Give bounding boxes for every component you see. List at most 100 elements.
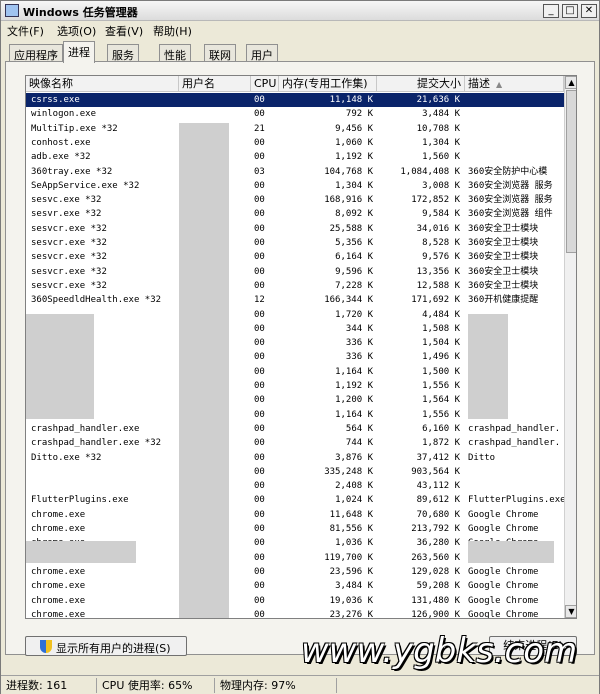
- table-row[interactable]: FlutterPlugins.exeu001,024 K89,612 KFlut…: [26, 493, 564, 507]
- cell-image-name: sesvr.exe *32: [31, 209, 102, 220]
- menu-help[interactable]: 帮助(H): [153, 23, 192, 39]
- table-row[interactable]: chrome.exeu0011,648 K70,680 KGoogle Chro…: [26, 508, 564, 522]
- cell-commit-size: 1,504 K: [422, 338, 460, 349]
- tab-performance[interactable]: 性能: [159, 44, 191, 62]
- cell-cpu: 00: [254, 280, 265, 291]
- table-row[interactable]: chrome.exeu003,484 K59,208 KGoogle Chrom…: [26, 579, 564, 593]
- cell-memory: 23,596 K: [329, 566, 373, 577]
- cell-description: Google Chrome: [468, 524, 539, 534]
- tab-processes[interactable]: 进程: [63, 41, 95, 63]
- minimize-button[interactable]: _: [543, 4, 559, 18]
- monitor-icon: [5, 4, 19, 17]
- redaction-block: [468, 541, 554, 563]
- cell-commit-size: 1,508 K: [422, 323, 460, 334]
- menu-file[interactable]: 文件(F): [7, 23, 44, 39]
- cell-cpu: 00: [254, 595, 265, 606]
- uac-shield-icon: [40, 640, 52, 653]
- cell-description: Google Chrome: [468, 581, 539, 592]
- cell-image-name: FlutterPlugins.exe: [31, 495, 129, 506]
- tab-networking[interactable]: 联网: [204, 44, 236, 62]
- menu-options[interactable]: 选项(O): [57, 23, 96, 39]
- cell-image-name: sesvcr.exe *32: [31, 223, 107, 234]
- scroll-up-icon[interactable]: ▲: [565, 76, 576, 89]
- cell-commit-size: 1,556 K: [422, 409, 460, 420]
- redaction-block: [179, 123, 229, 618]
- table-row[interactable]: 360SpeedldHealth.exe *32u12166,344 K171,…: [26, 293, 564, 307]
- list-header: 映像名称 用户名 CPU 内存(专用工作集) 提交大小 描述 ▲: [26, 76, 564, 92]
- cell-description: Google Chrome: [468, 609, 539, 619]
- cell-commit-size: 171,692 K: [411, 295, 460, 306]
- table-row[interactable]: sesvcr.exe *32u006,164 K9,576 K360安全卫士模块: [26, 250, 564, 264]
- table-row[interactable]: adb.exe *32u001,192 K1,560 K: [26, 150, 564, 164]
- cell-cpu: 00: [254, 609, 265, 619]
- cell-memory: 564 K: [345, 423, 373, 434]
- table-row[interactable]: SeAppService.exe *32u001,304 K3,008 K360…: [26, 179, 564, 193]
- cell-description: FlutterPlugins.exe: [468, 495, 564, 506]
- process-list[interactable]: 映像名称 用户名 CPU 内存(专用工作集) 提交大小 描述 ▲ csrss.ex…: [25, 75, 577, 619]
- cell-memory: 5,356 K: [335, 238, 373, 248]
- column-cpu[interactable]: CPU: [251, 76, 279, 92]
- table-row[interactable]: u00335,248 K903,564 K: [26, 465, 564, 479]
- cell-memory: 1,060 K: [335, 137, 373, 148]
- table-row[interactable]: MultiTip.exe *32u219,456 K10,708 K: [26, 122, 564, 136]
- maximize-button[interactable]: □: [562, 4, 578, 18]
- column-commit-size[interactable]: 提交大小: [377, 76, 465, 92]
- cell-commit-size: 34,016 K: [416, 223, 460, 234]
- table-row[interactable]: crashpad_handler.exe *32u00744 K1,872 Kc…: [26, 436, 564, 450]
- table-row[interactable]: conhost.exeu001,060 K1,304 K: [26, 136, 564, 150]
- table-row[interactable]: 360tray.exe *32u03104,768 K1,084,408 K36…: [26, 165, 564, 179]
- column-memory[interactable]: 内存(专用工作集): [279, 76, 377, 92]
- cell-image-name: adb.exe *32: [31, 152, 91, 163]
- table-row[interactable]: winlogon.exe 00 792 K 3,484 K: [26, 107, 564, 121]
- watermark: www.ygbks.com: [301, 631, 578, 671]
- table-row[interactable]: u002,408 K43,112 K: [26, 479, 564, 493]
- cell-cpu: 00: [254, 195, 265, 206]
- table-row[interactable]: sesvcr.exe *32u005,356 K8,528 K360安全卫士模块: [26, 236, 564, 250]
- column-image-name[interactable]: 映像名称: [26, 76, 179, 92]
- table-row[interactable]: chrome.exeu0081,556 K213,792 KGoogle Chr…: [26, 522, 564, 536]
- table-row[interactable]: csrss.exe 00 11,148 K 21,636 K: [26, 93, 564, 108]
- cell-memory: 19,036 K: [329, 595, 373, 606]
- cell-commit-size: 6,160 K: [422, 423, 460, 434]
- cell-memory: 119,700 K: [324, 552, 373, 563]
- table-row[interactable]: sesvr.exe *32u008,092 K9,584 K360安全浏览器 组…: [26, 207, 564, 221]
- tab-applications[interactable]: 应用程序: [9, 44, 63, 62]
- cell-cpu: 00: [254, 509, 265, 520]
- tab-bar: 应用程序 进程 服务 性能 联网 用户: [1, 41, 599, 63]
- menu-view[interactable]: 查看(V): [105, 23, 143, 39]
- table-row[interactable]: chrome.exeu0023,596 K129,028 KGoogle Chr…: [26, 565, 564, 579]
- cell-memory: 9,456 K: [335, 123, 373, 134]
- table-row[interactable]: chrome.exeu0023,276 K126,900 KGoogle Chr…: [26, 608, 564, 619]
- vertical-scrollbar[interactable]: ▲ ▼: [564, 76, 576, 618]
- table-row[interactable]: sesvcr.exe *32u009,596 K13,356 K360安全卫士模…: [26, 265, 564, 279]
- cell-image-name: chrome.exe: [31, 566, 86, 577]
- tab-users[interactable]: 用户: [246, 44, 278, 62]
- table-row[interactable]: Ditto.exe *32u003,876 K37,412 KDitto: [26, 451, 564, 465]
- show-all-users-button[interactable]: 显示所有用户的进程(S): [25, 636, 187, 656]
- close-button[interactable]: ✕: [581, 4, 597, 18]
- cell-commit-size: 903,564 K: [411, 466, 460, 477]
- scroll-down-icon[interactable]: ▼: [565, 605, 576, 618]
- cell-memory: 792 K: [345, 109, 373, 120]
- tab-services[interactable]: 服务: [107, 44, 139, 62]
- table-row[interactable]: chrome.exeu0019,036 K131,480 KGoogle Chr…: [26, 594, 564, 608]
- cell-commit-size: 37,412 K: [416, 452, 460, 463]
- cell-image-name: chrome.exe: [31, 524, 86, 534]
- table-row[interactable]: sesvcr.exe *32u0025,588 K34,016 K360安全卫士…: [26, 222, 564, 236]
- column-description[interactable]: 描述 ▲: [465, 76, 564, 92]
- column-user-name[interactable]: 用户名: [179, 76, 251, 92]
- cell-cpu: 00: [254, 466, 265, 477]
- scroll-thumb[interactable]: [566, 90, 576, 253]
- cell-description: Google Chrome: [468, 509, 539, 520]
- cell-memory: 23,276 K: [329, 609, 373, 619]
- table-row[interactable]: sesvc.exe *32u00168,916 K172,852 K360安全浏…: [26, 193, 564, 207]
- cell-memory: 11,148 K: [329, 95, 373, 105]
- cell-commit-size: 3,008 K: [422, 180, 460, 191]
- menu-bar: 文件(F) 选项(O) 查看(V) 帮助(H): [1, 21, 599, 39]
- column-description-label: 描述: [468, 77, 490, 90]
- cell-commit-size: 131,480 K: [411, 595, 460, 606]
- table-row[interactable]: sesvcr.exe *32u007,228 K12,588 K360安全卫士模…: [26, 279, 564, 293]
- cell-commit-size: 9,584 K: [422, 209, 460, 220]
- cell-commit-size: 3,484 K: [422, 109, 460, 120]
- table-row[interactable]: crashpad_handler.exeu00564 K6,160 Kcrash…: [26, 422, 564, 436]
